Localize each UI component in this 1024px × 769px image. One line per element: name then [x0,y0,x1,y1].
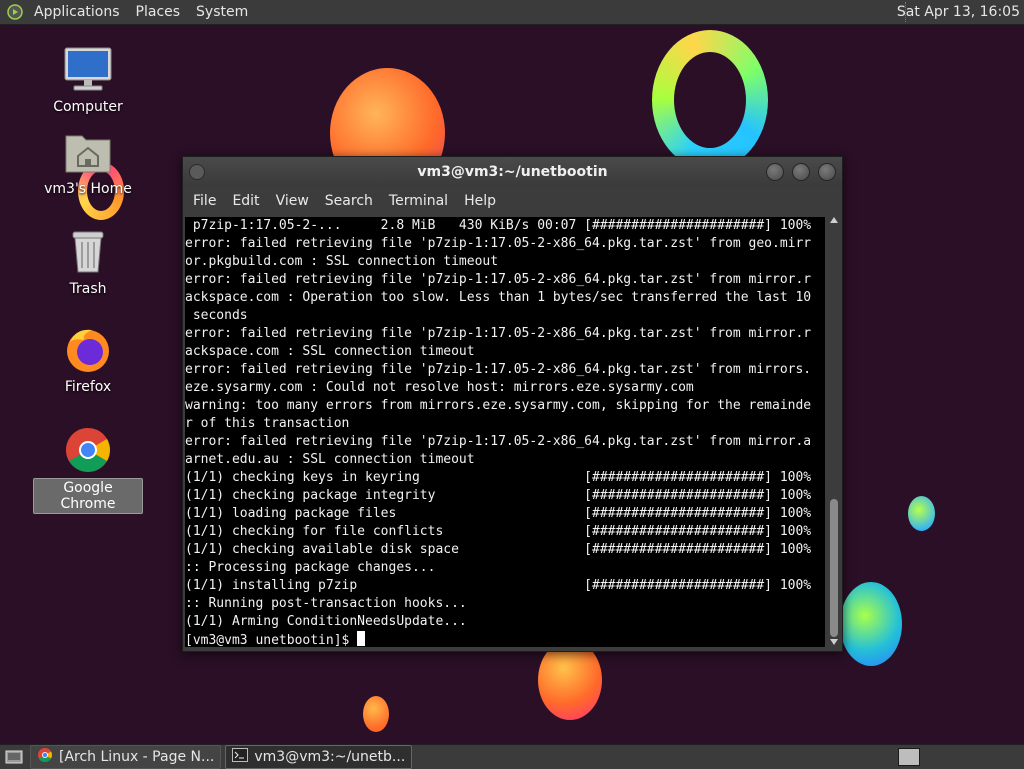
terminal-line: (1/1) checking keys in keyring [########… [185,470,812,485]
taskbar-item-terminal[interactable]: vm3@vm3:~/unetb... [225,745,413,769]
terminal-icon [232,748,249,766]
terminal-line: error: failed retrieving file 'p7zip-1:1… [185,236,812,251]
terminal-line: (1/1) Arming ConditionNeedsUpdate... [185,614,467,629]
bottom-panel: [Arch Linux - Page N... vm3@vm3:~/unetb.… [0,744,1024,769]
distro-logo-icon[interactable] [4,1,26,23]
workspace-switcher[interactable] [898,748,920,766]
close-icon[interactable] [818,163,836,181]
terminal-window[interactable]: vm3@vm3:~/unetbootin File Edit View Sear… [182,156,843,652]
terminal-line: error: failed retrieving file 'p7zip-1:1… [185,272,812,287]
desktop-icon-trash[interactable]: Trash [33,228,143,298]
background-green-ring [652,30,768,170]
background-small-blob [908,496,935,531]
terminal-line: ackspace.com : Operation too slow. Less … [185,290,812,305]
taskbar-item-label: [Arch Linux - Page N... [59,749,215,765]
desktop-icon-label: Firefox [64,379,112,395]
terminal-line: (1/1) checking for file conflicts [#####… [185,524,812,539]
top-panel: Applications Places System Sat Apr 13, 1… [0,0,1024,25]
system-menu[interactable]: System [188,0,256,24]
places-menu[interactable]: Places [128,0,189,24]
terminal-line: warning: too many errors from mirrors.ez… [185,398,812,413]
menu-file[interactable]: File [185,193,224,209]
terminal-line: p7zip-1:17.05-2-... 2.8 MiB 430 KiB/s 00… [185,218,812,233]
desktop-icon-home[interactable]: vm3's Home [33,128,143,198]
scroll-up-icon[interactable] [830,217,838,223]
maximize-icon[interactable] [792,163,810,181]
show-desktop-icon[interactable] [2,746,26,768]
desktop-icon-label: Trash [69,281,107,297]
taskbar-item-browser[interactable]: [Arch Linux - Page N... [30,745,222,769]
terminal-menubar: File Edit View Search Terminal Help [183,187,842,215]
terminal-line: (1/1) checking package integrity [######… [185,488,812,503]
terminal-line: (1/1) checking available disk space [###… [185,542,812,557]
terminal-line: r of this transaction [185,416,350,431]
background-tiny-blob [363,696,389,732]
terminal-line: eze.sysarmy.com : Could not resolve host… [185,380,694,395]
minimize-icon[interactable] [766,163,784,181]
scrollbar-thumb[interactable] [830,499,838,637]
desktop-icon-chrome[interactable]: Google Chrome [33,426,143,514]
window-menu-icon[interactable] [189,164,205,180]
terminal-line: error: failed retrieving file 'p7zip-1:1… [185,326,812,341]
terminal-line: :: Processing package changes... [185,560,436,575]
chrome-icon [37,747,53,767]
background-pink-blob [538,640,602,720]
applications-menu[interactable]: Applications [26,0,128,24]
menu-search[interactable]: Search [317,193,381,209]
menu-view[interactable]: View [268,193,317,209]
chrome-icon [62,426,114,474]
terminal-line: :: Running post-transaction hooks... [185,596,467,611]
terminal-line: ackspace.com : SSL connection timeout [185,344,475,359]
terminal-line: (1/1) loading package files [###########… [185,506,812,521]
terminal-line: error: failed retrieving file 'p7zip-1:1… [185,434,812,449]
terminal-line: or.pkgbuild.com : SSL connection timeout [185,254,499,269]
window-title: vm3@vm3:~/unetbootin [417,164,608,180]
terminal-cursor [357,631,366,646]
menu-help[interactable]: Help [456,193,504,209]
terminal-line: arnet.edu.au : SSL connection timeout [185,452,475,467]
trash-icon [62,228,114,276]
desktop-icon-label: Google Chrome [33,478,143,514]
firefox-icon [62,326,114,374]
terminal-prompt-line[interactable]: [vm3@vm3 unetbootin]$ [185,631,825,647]
taskbar-item-label: vm3@vm3:~/unetb... [254,749,406,765]
computer-icon [62,46,114,94]
menu-edit[interactable]: Edit [224,193,267,209]
terminal-line: seconds [185,308,248,323]
desktop-icon-computer[interactable]: Computer [33,46,143,116]
menu-terminal[interactable]: Terminal [381,193,456,209]
home-folder-icon [62,128,114,176]
terminal-line: error: failed retrieving file 'p7zip-1:1… [185,362,812,377]
desktop-icon-label: Computer [53,99,123,115]
terminal-prompt: [vm3@vm3 unetbootin]$ [185,633,358,647]
terminal-line: (1/1) installing p7zip [################… [185,578,812,593]
terminal-output[interactable]: p7zip-1:17.05-2-... 2.8 MiB 430 KiB/s 00… [185,217,825,647]
desktop-icon-firefox[interactable]: Firefox [33,326,143,396]
desktop-icon-label: vm3's Home [44,181,132,197]
window-titlebar[interactable]: vm3@vm3:~/unetbootin [183,157,842,187]
scroll-down-icon[interactable] [830,639,838,645]
background-blue-blob [840,582,902,666]
terminal-scrollbar[interactable] [828,217,840,647]
clock[interactable]: Sat Apr 13, 16:05 [897,0,1020,24]
